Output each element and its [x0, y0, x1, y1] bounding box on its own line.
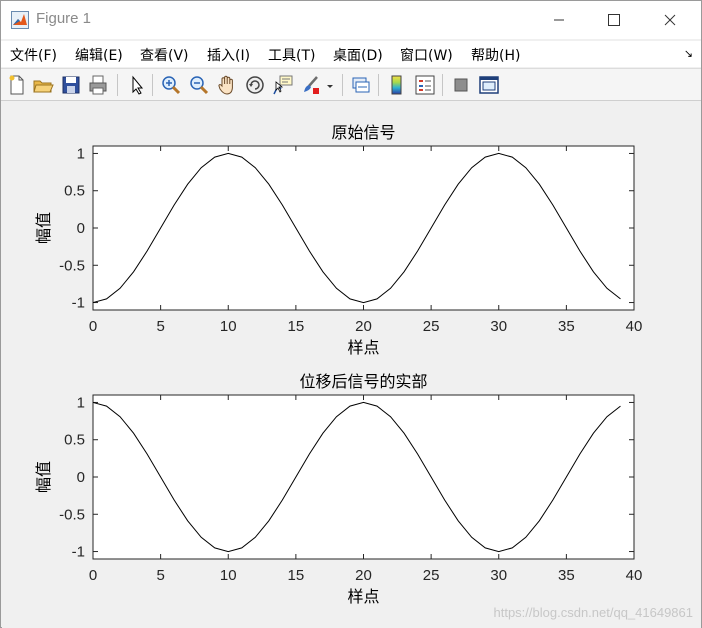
x-tick-label: 20 [355, 567, 372, 584]
y-tick-label: 1 [77, 145, 85, 162]
zoom-out-icon[interactable] [188, 74, 210, 96]
rotate-3d-icon[interactable] [244, 74, 266, 96]
chart-title: 位移后信号的实部 [299, 372, 427, 391]
menu-help[interactable]: 帮助(H) [471, 45, 520, 65]
y-tick-label: -0.5 [59, 257, 85, 274]
y-tick-label: -1 [72, 544, 85, 561]
matlab-logo-icon [11, 11, 29, 29]
y-tick-label: 0 [77, 469, 85, 486]
maximize-button[interactable] [586, 1, 642, 39]
menu-tools[interactable]: 工具(T) [268, 45, 315, 65]
brush-dropdown-icon[interactable] [324, 74, 336, 96]
menu-edit[interactable]: 编辑(E) [75, 45, 123, 65]
minimize-icon [554, 19, 564, 21]
new-figure-icon[interactable] [6, 74, 28, 96]
x-axis-label: 样点 [347, 587, 379, 606]
toolbar-separator [378, 74, 379, 96]
data-cursor-icon[interactable] [272, 74, 294, 96]
x-tick-label: 20 [355, 318, 372, 335]
pan-hand-icon[interactable] [216, 74, 238, 96]
chart-title: 原始信号 [331, 123, 395, 142]
minimize-button[interactable] [531, 1, 587, 39]
y-tick-label: -0.5 [59, 506, 85, 523]
y-axis-label: 幅值 [34, 461, 53, 493]
toolbar-separator [117, 74, 118, 96]
x-tick-label: 40 [626, 567, 643, 584]
print-icon[interactable] [87, 74, 109, 96]
plot-canvas: 0 5 10 15 20 25 30 35 4010.50-0.5-1原始信号样点幅值0 5 10 1… [34, 123, 643, 606]
menu-file[interactable]: 文件(F) [10, 45, 57, 65]
toolbar [1, 68, 701, 101]
menu-window[interactable]: 窗口(W) [400, 45, 453, 65]
close-button[interactable] [642, 1, 698, 39]
x-axis-label: 样点 [347, 338, 379, 357]
toolbar-separator [152, 74, 153, 96]
hide-plot-tools-icon[interactable] [450, 74, 472, 96]
dock-arrow-icon[interactable]: ↘ [684, 47, 693, 60]
link-plot-icon[interactable] [350, 74, 372, 96]
x-tick-label: 10 [220, 567, 237, 584]
x-tick-label: 15 [288, 318, 305, 335]
x-tick-label: 0 [89, 318, 97, 335]
menu-desktop[interactable]: 桌面(D) [333, 45, 383, 65]
figure-canvas[interactable]: 0 5 10 15 20 25 30 35 40 1 0.5 0 -0.5 -1 原始信号 样点 幅值 0 5 10 1… [2, 102, 701, 628]
x-tick-label: 5 [156, 567, 164, 584]
window-title: Figure 1 [36, 10, 92, 27]
x-tick-label: 30 [490, 567, 507, 584]
maximize-icon [608, 14, 620, 26]
title-bar[interactable]: Figure 1 [1, 1, 701, 39]
x-tick-label: 5 [156, 318, 164, 335]
toolbar-separator [442, 74, 443, 96]
axes-box [92, 394, 635, 560]
y-tick-label: 0.5 [64, 183, 85, 200]
x-tick-label: 25 [423, 567, 440, 584]
zoom-in-icon[interactable] [160, 74, 182, 96]
y-tick-label: -1 [72, 295, 85, 312]
figure-window: Figure 1 文件(F) 编辑(E) 查看(V) 插入(I) 工具(T) 桌… [0, 0, 702, 628]
x-tick-label: 30 [490, 318, 507, 335]
x-tick-label: 35 [558, 318, 575, 335]
close-icon [664, 14, 676, 26]
menu-bar: 文件(F) 编辑(E) 查看(V) 插入(I) 工具(T) 桌面(D) 窗口(W… [1, 41, 701, 67]
x-tick-label: 35 [558, 567, 575, 584]
watermark: https://blog.csdn.net/qq_41649861 [493, 605, 694, 620]
menu-view[interactable]: 查看(V) [140, 45, 189, 65]
legend-icon[interactable] [414, 74, 436, 96]
x-tick-label: 40 [626, 318, 643, 335]
save-icon[interactable] [60, 74, 82, 96]
x-tick-label: 15 [288, 567, 305, 584]
x-tick-label: 0 [89, 567, 97, 584]
show-plot-tools-icon[interactable] [478, 74, 500, 96]
y-tick-label: 0 [77, 220, 85, 237]
colorbar-icon[interactable] [386, 74, 408, 96]
x-tick-label: 10 [220, 318, 237, 335]
toolbar-separator [342, 74, 343, 96]
y-axis-label: 幅值 [34, 212, 53, 244]
y-tick-label: 0.5 [64, 432, 85, 449]
open-file-icon[interactable] [32, 74, 54, 96]
y-tick-label: 1 [77, 394, 85, 411]
axes-box [92, 145, 635, 311]
brush-icon[interactable] [300, 74, 322, 96]
x-tick-label: 25 [423, 318, 440, 335]
select-arrow-icon[interactable] [125, 74, 147, 96]
menu-insert[interactable]: 插入(I) [207, 45, 250, 65]
